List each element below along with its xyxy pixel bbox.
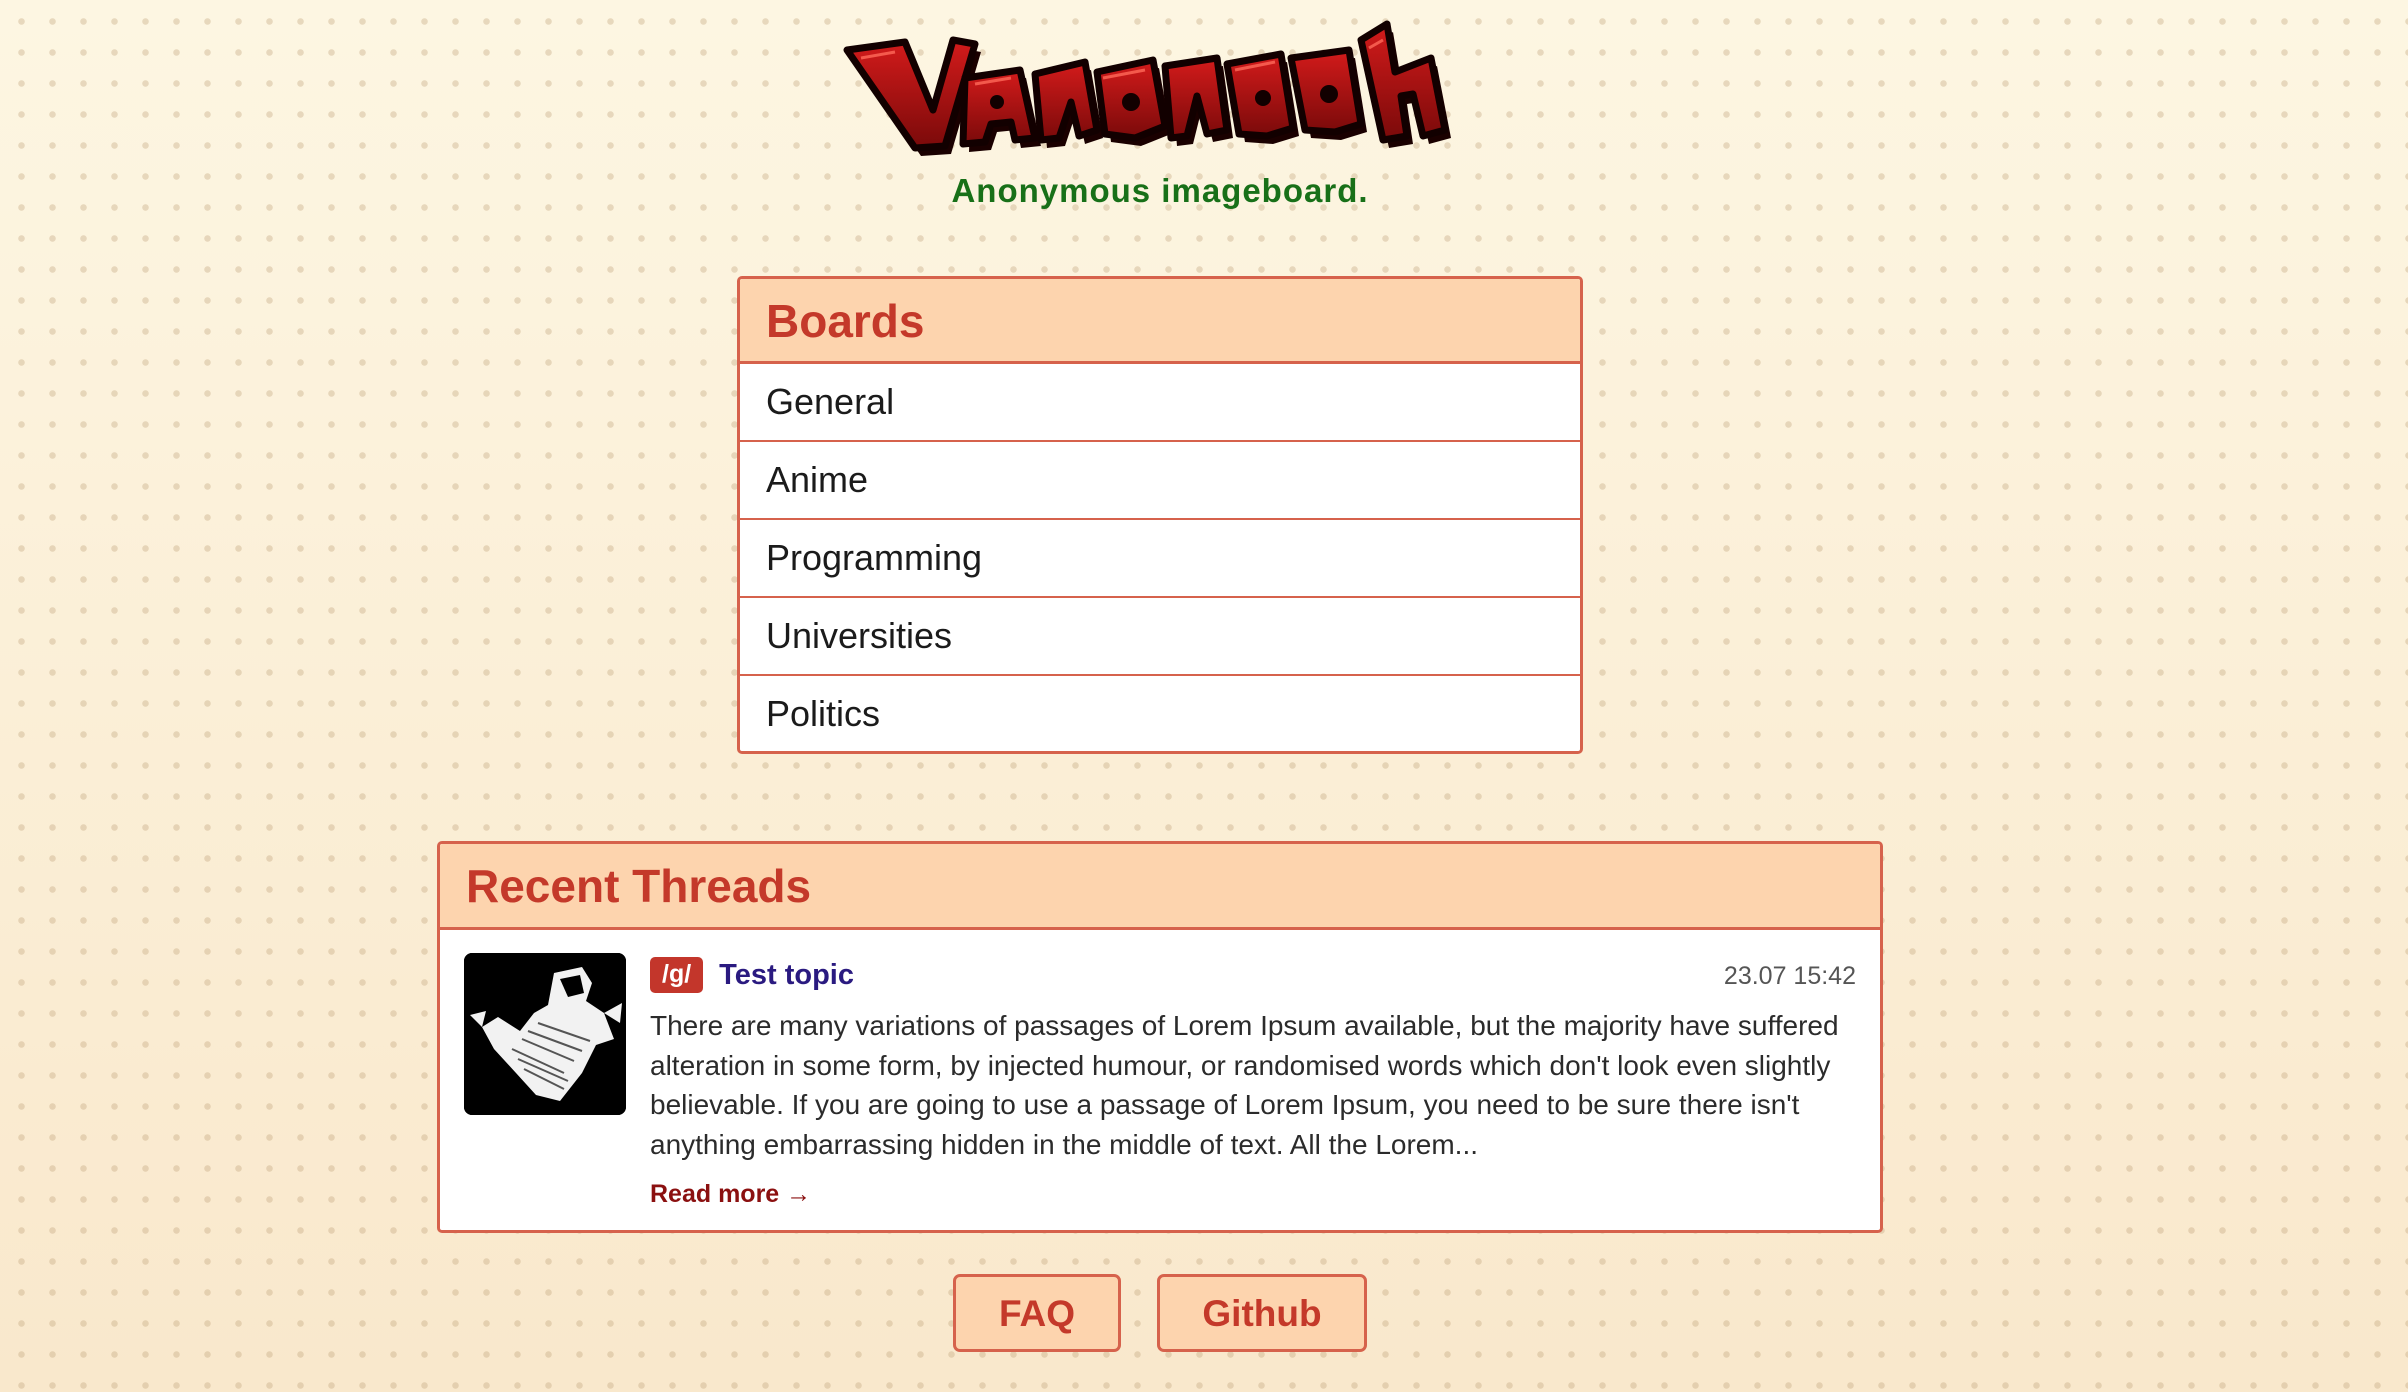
thread-excerpt: There are many variations of passages of… bbox=[650, 1010, 1839, 1160]
boards-panel-title: Boards bbox=[740, 279, 1580, 364]
thread-card: /g/ Test topic 23.07 15:42 There are man… bbox=[440, 930, 1880, 1230]
recent-threads-title: Recent Threads bbox=[440, 844, 1880, 930]
site-logo[interactable] bbox=[835, 18, 1485, 168]
board-link-universities[interactable]: Universities bbox=[740, 598, 1580, 676]
thread-title-link[interactable]: Test topic bbox=[719, 959, 854, 992]
board-link-politics[interactable]: Politics bbox=[740, 676, 1580, 751]
site-tagline: Anonymous imageboard. bbox=[951, 172, 1369, 209]
thread-header: /g/ Test topic bbox=[650, 956, 854, 994]
board-link-programming[interactable]: Programming bbox=[740, 520, 1580, 598]
faq-button[interactable]: FAQ bbox=[953, 1274, 1121, 1352]
recent-threads-panel: Recent Threads /g/ Test topic 23.07 15:4… bbox=[437, 841, 1883, 1233]
board-link-anime[interactable]: Anime bbox=[740, 442, 1580, 520]
board-link-general[interactable]: General bbox=[740, 364, 1580, 442]
graffiti-logo-icon bbox=[843, 20, 1451, 156]
thread-thumbnail[interactable] bbox=[464, 953, 626, 1115]
thread-board-badge[interactable]: /g/ bbox=[650, 957, 704, 993]
read-more-link[interactable]: Read more → bbox=[650, 1180, 811, 1209]
boards-panel: Boards General Anime Programming Univers… bbox=[737, 276, 1583, 754]
thread-image-icon bbox=[464, 953, 626, 1115]
thread-timestamp: 23.07 15:42 bbox=[1723, 962, 1856, 990]
github-button[interactable]: Github bbox=[1157, 1274, 1367, 1352]
